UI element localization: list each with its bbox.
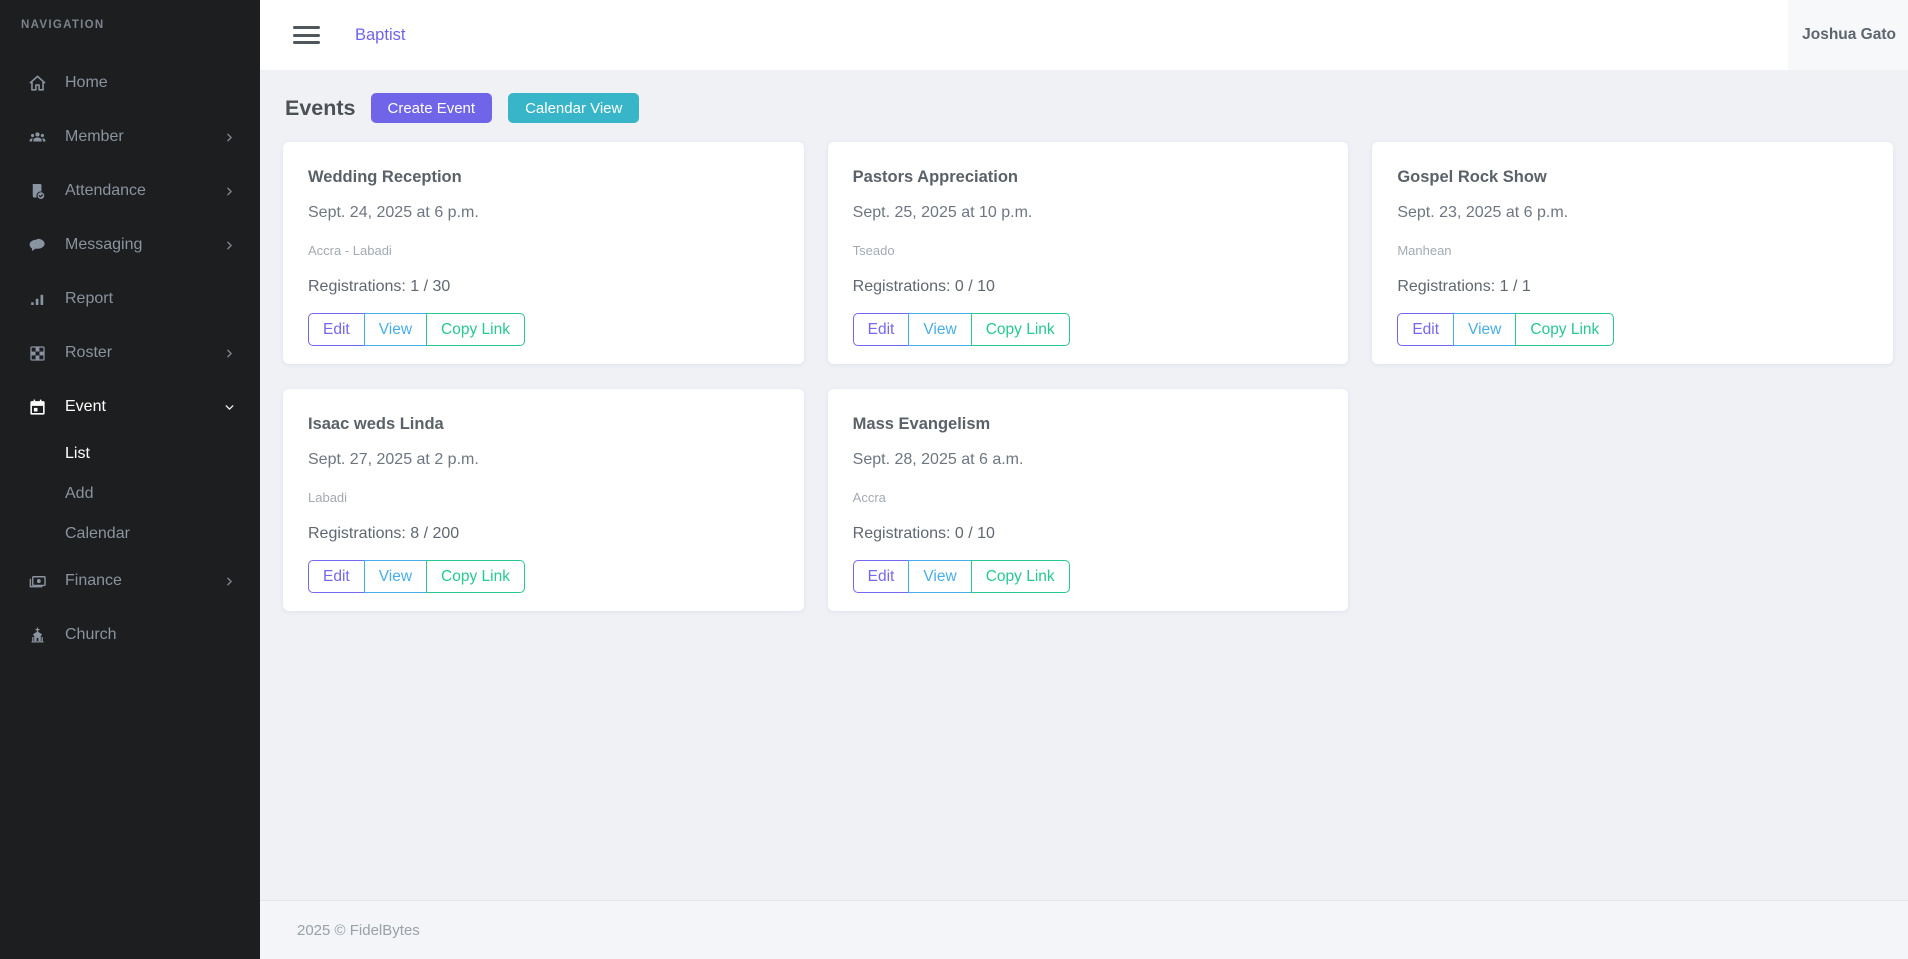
event-datetime: Sept. 28, 2025 at 6 a.m. [853, 451, 1324, 469]
copyright-text: 2025 © FidelBytes [297, 922, 420, 939]
event-cards-grid: Wedding Reception Sept. 24, 2025 at 6 p.… [283, 142, 1893, 611]
page-title: Events [285, 96, 356, 121]
sidebar-item-label: Report [65, 290, 113, 308]
view-button[interactable]: View [364, 313, 427, 346]
user-menu[interactable]: Joshua Gato [1788, 0, 1908, 70]
sidebar-item-label: Church [65, 626, 117, 644]
event-datetime: Sept. 24, 2025 at 6 p.m. [308, 204, 779, 222]
edit-button[interactable]: Edit [308, 560, 365, 593]
event-title: Gospel Rock Show [1397, 168, 1868, 187]
sidebar-item-label: Event [65, 398, 106, 416]
event-registrations: Registrations: 1 / 30 [308, 278, 779, 296]
event-registrations: Registrations: 8 / 200 [308, 525, 779, 543]
event-card: Pastors Appreciation Sept. 25, 2025 at 1… [828, 142, 1349, 364]
chat-bubble-icon [28, 236, 47, 255]
brand-link[interactable]: Baptist [355, 26, 405, 45]
event-location: Labadi [308, 490, 779, 505]
sidebar-subitem-calendar[interactable]: Calendar [0, 514, 260, 554]
sidebar-item-home[interactable]: Home [0, 56, 260, 110]
copy-link-button[interactable]: Copy Link [426, 560, 525, 593]
chevron-right-icon [223, 347, 236, 360]
bar-chart-icon [28, 290, 47, 309]
topbar: Baptist Joshua Gato [260, 0, 1908, 70]
event-datetime: Sept. 23, 2025 at 6 p.m. [1397, 204, 1868, 222]
event-actions: Edit View Copy Link [853, 560, 1070, 593]
event-title: Pastors Appreciation [853, 168, 1324, 187]
event-card: Gospel Rock Show Sept. 23, 2025 at 6 p.m… [1372, 142, 1893, 364]
sidebar-item-member[interactable]: Member [0, 110, 260, 164]
sidebar-item-label: Home [65, 74, 108, 92]
event-actions: Edit View Copy Link [1397, 313, 1614, 346]
right-column: Baptist Joshua Gato Events Create Event … [260, 0, 1908, 959]
sidebar-item-label: Member [65, 128, 124, 146]
edit-button[interactable]: Edit [853, 560, 910, 593]
event-title: Isaac weds Linda [308, 415, 779, 434]
sidebar-item-messaging[interactable]: Messaging [0, 218, 260, 272]
sidebar-item-church[interactable]: Church [0, 608, 260, 662]
view-button[interactable]: View [1453, 313, 1516, 346]
chevron-down-icon [223, 401, 236, 414]
event-registrations: Registrations: 1 / 1 [1397, 278, 1868, 296]
event-actions: Edit View Copy Link [308, 313, 525, 346]
view-button[interactable]: View [908, 560, 971, 593]
nav-list: Home Member Attendance Messaging [0, 56, 260, 662]
edit-button[interactable]: Edit [853, 313, 910, 346]
sidebar-subitem-add[interactable]: Add [0, 474, 260, 514]
event-card: Wedding Reception Sept. 24, 2025 at 6 p.… [283, 142, 804, 364]
attendance-book-check-icon [28, 182, 47, 201]
event-datetime: Sept. 25, 2025 at 10 p.m. [853, 204, 1324, 222]
event-location: Accra [853, 490, 1324, 505]
roster-grid-icon [28, 344, 47, 363]
event-submenu: List Add Calendar [0, 434, 260, 554]
sidebar-item-report[interactable]: Report [0, 272, 260, 326]
event-registrations: Registrations: 0 / 10 [853, 525, 1324, 543]
event-title: Mass Evangelism [853, 415, 1324, 434]
sidebar: NAVIGATION Home Member Attendance [0, 0, 260, 959]
view-button[interactable]: View [908, 313, 971, 346]
people-icon [28, 128, 47, 147]
calendar-view-button[interactable]: Calendar View [508, 93, 639, 123]
sidebar-item-label: Messaging [65, 236, 142, 254]
copy-link-button[interactable]: Copy Link [971, 560, 1070, 593]
create-event-button[interactable]: Create Event [371, 93, 493, 123]
sidebar-item-label: Roster [65, 344, 112, 362]
sidebar-item-label: Attendance [65, 182, 146, 200]
event-card: Isaac weds Linda Sept. 27, 2025 at 2 p.m… [283, 389, 804, 611]
chevron-right-icon [223, 239, 236, 252]
church-icon [28, 626, 47, 645]
chevron-right-icon [223, 131, 236, 144]
page-heading-row: Events Create Event Calendar View [285, 93, 1893, 123]
event-actions: Edit View Copy Link [853, 313, 1070, 346]
edit-button[interactable]: Edit [308, 313, 365, 346]
event-registrations: Registrations: 0 / 10 [853, 278, 1324, 296]
chevron-right-icon [223, 575, 236, 588]
menu-toggle-icon[interactable] [293, 22, 320, 49]
event-location: Manhean [1397, 243, 1868, 258]
copy-link-button[interactable]: Copy Link [426, 313, 525, 346]
copy-link-button[interactable]: Copy Link [971, 313, 1070, 346]
sidebar-item-event[interactable]: Event [0, 380, 260, 434]
event-actions: Edit View Copy Link [308, 560, 525, 593]
banknote-icon [28, 572, 47, 591]
event-location: Accra - Labadi [308, 243, 779, 258]
chevron-right-icon [223, 185, 236, 198]
sidebar-subitem-list[interactable]: List [0, 434, 260, 474]
footer: 2025 © FidelBytes [260, 900, 1908, 959]
copy-link-button[interactable]: Copy Link [1515, 313, 1614, 346]
event-title: Wedding Reception [308, 168, 779, 187]
view-button[interactable]: View [364, 560, 427, 593]
sidebar-item-roster[interactable]: Roster [0, 326, 260, 380]
event-location: Tseado [853, 243, 1324, 258]
user-name: Joshua Gato [1802, 26, 1896, 44]
event-card: Mass Evangelism Sept. 28, 2025 at 6 a.m.… [828, 389, 1349, 611]
nav-section-label: NAVIGATION [0, 0, 260, 31]
sidebar-item-attendance[interactable]: Attendance [0, 164, 260, 218]
home-icon [28, 74, 47, 93]
sidebar-item-label: Finance [65, 572, 122, 590]
main-content: Events Create Event Calendar View Weddin… [260, 70, 1908, 959]
calendar-icon [28, 398, 47, 417]
event-datetime: Sept. 27, 2025 at 2 p.m. [308, 451, 779, 469]
edit-button[interactable]: Edit [1397, 313, 1454, 346]
sidebar-item-finance[interactable]: Finance [0, 554, 260, 608]
